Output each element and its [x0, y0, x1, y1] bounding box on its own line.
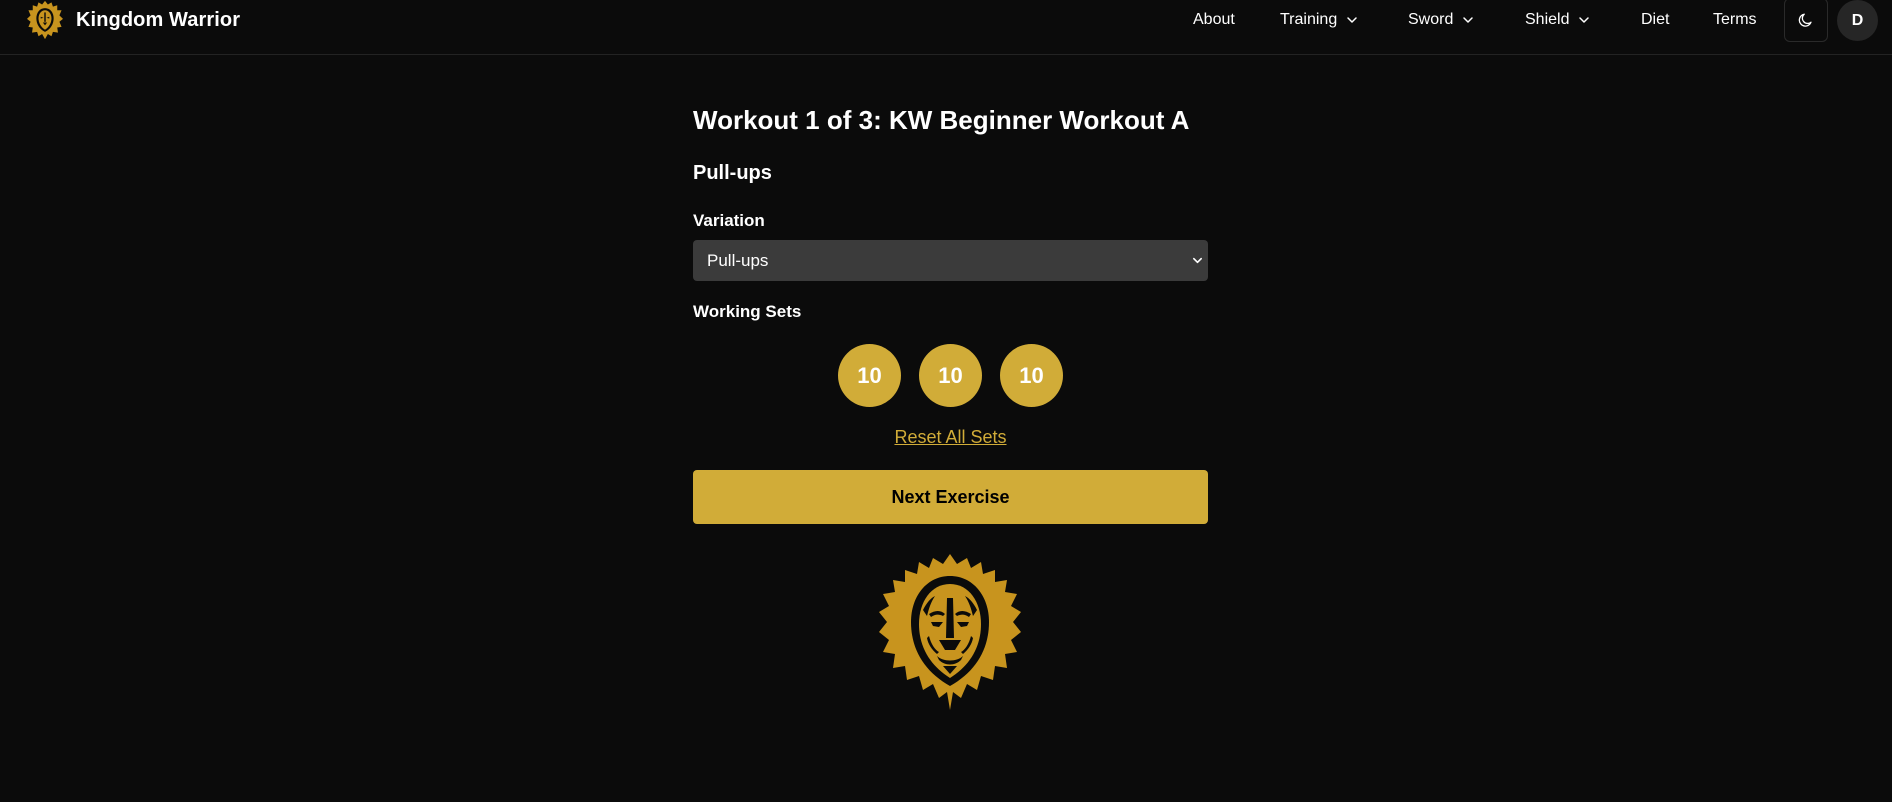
lion-head-icon: [879, 554, 1021, 710]
nav-diet-label: Diet: [1641, 11, 1670, 28]
nav-shield-label: Shield: [1525, 11, 1570, 28]
chevron-down-icon: [1347, 17, 1357, 23]
nav-about[interactable]: About: [1193, 0, 1235, 40]
next-exercise-button[interactable]: Next Exercise: [693, 470, 1208, 524]
nav-diet[interactable]: Diet: [1641, 0, 1669, 40]
reset-all-sets-link[interactable]: Reset All Sets: [693, 427, 1208, 448]
nav-sword-label: Sword: [1408, 11, 1454, 28]
nav-sword[interactable]: Sword: [1408, 0, 1474, 40]
nav-training[interactable]: Training: [1280, 0, 1358, 40]
nav-terms-label: Terms: [1713, 11, 1757, 28]
chevron-down-icon: [1579, 17, 1590, 23]
moon-icon: [1798, 13, 1812, 27]
set-button-1[interactable]: 10: [838, 344, 901, 407]
page-title: Workout 1 of 3: KW Beginner Workout A: [693, 105, 1190, 135]
set-button-3[interactable]: 10: [1000, 344, 1063, 407]
lion-head-icon: [27, 0, 63, 40]
theme-toggle-button[interactable]: [1784, 0, 1828, 42]
chevron-down-icon: [1193, 257, 1202, 264]
top-navbar: Kingdom Warrior About Training Sword Shi…: [0, 0, 1892, 55]
nav-training-label: Training: [1280, 11, 1338, 28]
brand-link[interactable]: Kingdom Warrior: [27, 0, 240, 40]
brand-name: Kingdom Warrior: [76, 8, 241, 31]
nav-shield[interactable]: Shield: [1525, 0, 1590, 40]
sets-row: 10 10 10: [838, 344, 1063, 407]
working-sets-label: Working Sets: [693, 302, 802, 321]
variation-select-value: Pull-ups: [707, 250, 769, 270]
set-button-2[interactable]: 10: [919, 344, 982, 407]
variation-label: Variation: [693, 211, 765, 230]
nav-terms[interactable]: Terms: [1713, 0, 1757, 40]
exercise-name: Pull-ups: [693, 162, 772, 184]
chevron-down-icon: [1463, 17, 1474, 23]
nav-about-label: About: [1193, 11, 1235, 28]
user-avatar[interactable]: D: [1837, 0, 1878, 41]
variation-select[interactable]: Pull-ups: [693, 240, 1208, 281]
